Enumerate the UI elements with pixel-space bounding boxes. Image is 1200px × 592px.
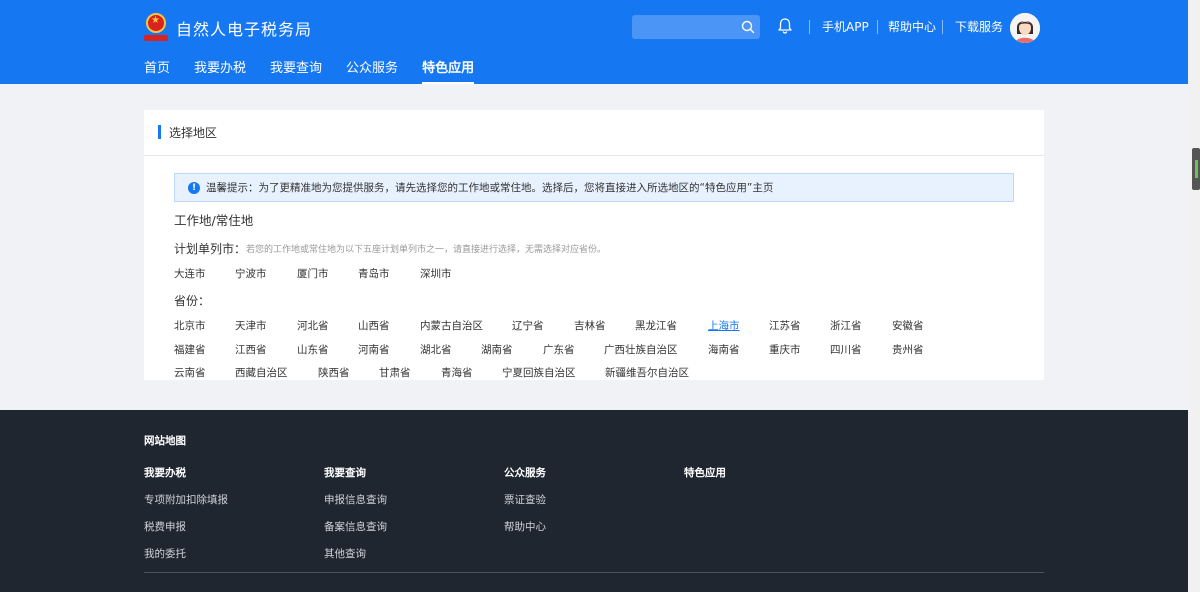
top-header: ★ 自然人电子税务局 手机APP 帮助中心 下载服务 首页 我要办税 我要查询 … <box>0 0 1200 84</box>
region-option[interactable]: 广东省 <box>543 343 575 357</box>
footer-link[interactable]: 我的委托 <box>144 546 228 560</box>
region-option[interactable]: 山西省 <box>358 319 390 333</box>
nav-home[interactable]: 首页 <box>144 58 170 84</box>
region-option[interactable]: 厦门市 <box>297 267 329 281</box>
mobile-app-link[interactable]: 手机APP <box>822 19 869 35</box>
region-option[interactable]: 安徽省 <box>892 319 924 333</box>
nav-tax-handling[interactable]: 我要办税 <box>194 58 246 84</box>
site-title: 自然人电子税务局 <box>176 20 313 39</box>
region-option[interactable]: 河南省 <box>358 343 390 357</box>
site-footer: 网站地图 我要办税 专项附加扣除填报 税费申报 我的委托 我要查询 申报信息查询… <box>0 410 1200 592</box>
region-option[interactable]: 青岛市 <box>358 267 390 281</box>
region-option[interactable]: 内蒙古自治区 <box>420 319 483 333</box>
region-option[interactable]: 云南省 <box>174 366 206 380</box>
region-option[interactable]: 江苏省 <box>769 319 801 333</box>
region-select-card: 选择地区 ! 温馨提示：为了更精准地为您提供服务，请先选择您的工作地或常住地。选… <box>144 110 1044 380</box>
help-center-link[interactable]: 帮助中心 <box>888 19 936 35</box>
footer-column-title: 我要查询 <box>324 467 366 479</box>
region-option[interactable]: 江西省 <box>235 343 267 357</box>
region-option[interactable]: 吉林省 <box>574 319 606 333</box>
region-option[interactable]: 北京市 <box>174 319 206 333</box>
header-divider <box>942 20 943 34</box>
region-option[interactable]: 重庆市 <box>769 343 801 357</box>
region-option[interactable]: 贵州省 <box>892 343 924 357</box>
region-option[interactable]: 宁波市 <box>235 267 267 281</box>
region-option[interactable]: 广西壮族自治区 <box>604 343 678 357</box>
nav-query[interactable]: 我要查询 <box>270 58 322 84</box>
section-title: 工作地/常住地 <box>174 213 254 228</box>
region-option[interactable]: 陕西省 <box>318 366 350 380</box>
region-option[interactable]: 大连市 <box>174 267 206 281</box>
plan-city-hint: 若您的工作地或常住地为以下五座计划单列市之一，请直接进行选择，无需选择对应省份。 <box>246 245 607 255</box>
footer-link[interactable]: 专项附加扣除填报 <box>144 492 228 506</box>
notice-banner: ! 温馨提示：为了更精准地为您提供服务，请先选择您的工作地或常住地。选择后，您将… <box>174 173 1014 202</box>
footer-link[interactable]: 帮助中心 <box>504 519 546 533</box>
footer-divider <box>144 572 1044 573</box>
region-option[interactable]: 湖南省 <box>481 343 513 357</box>
footer-column-title: 公众服务 <box>504 467 546 479</box>
region-option[interactable]: 青海省 <box>441 366 473 380</box>
footer-column: 我要查询 申报信息查询 备案信息查询 其他查询 <box>324 465 387 560</box>
header-divider <box>809 20 810 34</box>
region-option[interactable]: 西藏自治区 <box>235 366 288 380</box>
footer-column: 特色应用 <box>684 465 726 479</box>
avatar-icon <box>1010 13 1040 43</box>
scrollbar-marker <box>1195 160 1198 178</box>
card-title: 选择地区 <box>169 126 218 140</box>
sitemap-title: 网站地图 <box>144 435 186 447</box>
region-option[interactable]: 海南省 <box>708 343 740 357</box>
footer-link[interactable]: 申报信息查询 <box>324 492 387 506</box>
notice-text: 温馨提示：为了更精准地为您提供服务，请先选择您的工作地或常住地。选择后，您将直接… <box>206 182 774 194</box>
footer-link[interactable]: 票证查验 <box>504 492 546 506</box>
region-option[interactable]: 天津市 <box>235 319 267 333</box>
region-option[interactable]: 新疆维吾尔自治区 <box>605 366 689 380</box>
region-option[interactable]: 河北省 <box>297 319 329 333</box>
footer-link[interactable]: 税费申报 <box>144 519 228 533</box>
region-option[interactable]: 湖北省 <box>420 343 452 357</box>
footer-link[interactable]: 备案信息查询 <box>324 519 387 533</box>
nav-public-service[interactable]: 公众服务 <box>346 58 398 84</box>
footer-column: 公众服务 票证查验 帮助中心 <box>504 465 546 533</box>
province-label: 省份： <box>174 294 211 308</box>
plan-city-label: 计划单列市： <box>174 242 247 256</box>
search-icon[interactable] <box>740 19 756 35</box>
region-option[interactable]: 甘肃省 <box>379 366 411 380</box>
header-divider <box>877 20 878 34</box>
bell-icon[interactable] <box>776 17 794 35</box>
region-option[interactable]: 黑龙江省 <box>635 319 677 333</box>
info-icon: ! <box>188 182 200 194</box>
card-header: 选择地区 <box>144 110 1044 156</box>
region-option[interactable]: 浙江省 <box>830 319 862 333</box>
footer-column: 我要办税 专项附加扣除填报 税费申报 我的委托 <box>144 465 228 560</box>
region-option[interactable]: 福建省 <box>174 343 206 357</box>
site-logo[interactable]: ★ 自然人电子税务局 <box>144 12 312 44</box>
region-option[interactable]: 四川省 <box>830 343 862 357</box>
region-option[interactable]: 山东省 <box>297 343 329 357</box>
footer-link[interactable]: 其他查询 <box>324 546 387 560</box>
search-box <box>632 15 760 39</box>
title-accent-bar <box>158 125 161 139</box>
main-nav: 首页 我要办税 我要查询 公众服务 特色应用 <box>144 58 498 84</box>
nav-special-apps[interactable]: 特色应用 <box>422 58 475 84</box>
region-option[interactable]: 辽宁省 <box>512 319 544 333</box>
user-avatar[interactable] <box>1010 13 1040 43</box>
tax-emblem-icon: ★ <box>144 13 168 43</box>
region-option[interactable]: 宁夏回族自治区 <box>502 366 576 380</box>
download-service-link[interactable]: 下载服务 <box>955 19 1003 35</box>
region-option-selected[interactable]: 上海市 <box>708 319 740 333</box>
page-scrollbar[interactable] <box>1188 0 1200 592</box>
footer-column-title: 我要办税 <box>144 467 186 479</box>
footer-column-title: 特色应用 <box>684 467 726 479</box>
region-option[interactable]: 深圳市 <box>420 267 452 281</box>
